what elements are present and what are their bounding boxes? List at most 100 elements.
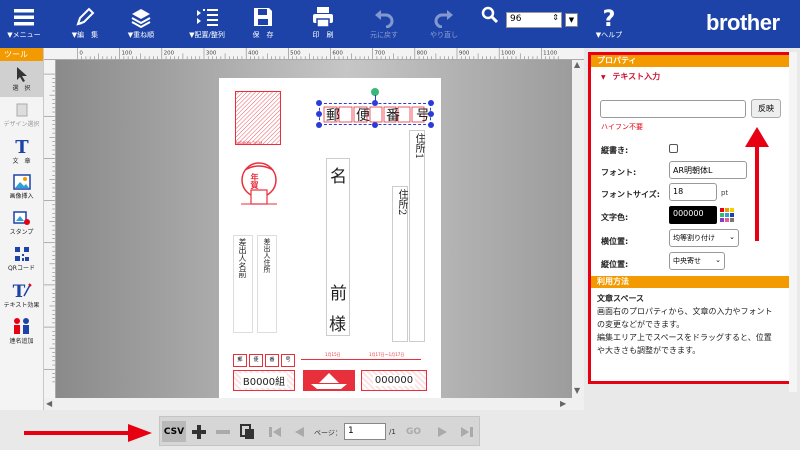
page-number-input[interactable]: 1 xyxy=(344,423,386,440)
tool-joint-name[interactable]: 連名追加 xyxy=(0,313,43,349)
sender-name-box[interactable]: 差出人名前 xyxy=(233,235,253,333)
copy-icon xyxy=(239,423,254,439)
sender-address-box[interactable]: 差出人住所 xyxy=(257,235,277,333)
tool-image-label: 画像挿入 xyxy=(9,193,34,200)
zoom-button[interactable] xyxy=(478,0,502,48)
floppy-disk-icon xyxy=(254,8,272,26)
font-select[interactable]: AR明朝体L xyxy=(669,161,747,179)
ruler-tick-label: 600 xyxy=(332,50,343,56)
brand-logo: brother xyxy=(706,10,780,35)
chevron-down-icon: ⌄ xyxy=(715,256,721,264)
text-input-section-toggle[interactable]: ▼ テキスト入力 xyxy=(601,71,660,82)
triangle-left-icon xyxy=(294,426,304,437)
sender-postal-code[interactable]: 郵 便 番 号 xyxy=(233,354,295,367)
postmark-text: 年賀 xyxy=(250,173,260,189)
recipient-address-1-box[interactable]: 住所1 xyxy=(409,130,425,342)
tool-qrcode[interactable]: QRコード xyxy=(0,241,43,277)
tool-stamp[interactable]: スタンプ xyxy=(0,205,43,241)
color-palette-icon[interactable] xyxy=(719,207,735,223)
vertical-ruler xyxy=(44,60,56,398)
save-button[interactable]: 保 存 xyxy=(244,0,282,48)
tool-text[interactable]: T 文 章 xyxy=(0,133,43,169)
font-size-input[interactable]: 18 xyxy=(669,183,717,201)
spinner-icon[interactable]: ⇕ xyxy=(552,13,559,22)
usage-title: 文章スペース xyxy=(597,294,645,303)
font-size-unit: pt xyxy=(721,189,729,197)
remove-page-button[interactable] xyxy=(212,421,233,442)
edit-button[interactable]: ▼編 集 xyxy=(62,0,108,48)
tool-image[interactable]: 画像挿入 xyxy=(0,169,43,205)
stamp-small-text: NIPPON 2024 xyxy=(236,141,263,146)
redo-label: やり直し xyxy=(430,31,458,39)
horizontal-scrollbar[interactable]: ◀ ▶ xyxy=(44,398,584,410)
arrange-label: ▼配置/整列 xyxy=(189,31,225,39)
tool-panel: ツール 選 択 デザイン選択 T 文 章 画像挿入 スタンプ QRコード T テ… xyxy=(0,48,44,410)
go-button[interactable]: GO xyxy=(403,421,424,442)
first-page-button[interactable] xyxy=(264,421,285,442)
apply-button[interactable]: 反映 xyxy=(751,99,781,118)
scroll-down-arrow-icon[interactable]: ▼ xyxy=(574,386,580,395)
tool-design-select[interactable]: デザイン選択 xyxy=(0,97,43,133)
sender-postal-cell: 番 xyxy=(265,354,279,367)
postal-code-textbox[interactable]: 郵 便 番 号 xyxy=(316,88,434,128)
boat-logo-icon xyxy=(311,373,347,389)
tool-qrcode-label: QRコード xyxy=(8,265,35,272)
lottery-group-box: B0000組 xyxy=(233,370,295,391)
stack-order-button[interactable]: ▼重ね順 xyxy=(118,0,164,48)
text-input-field[interactable] xyxy=(600,100,746,118)
previous-page-button[interactable] xyxy=(288,421,309,442)
ruler-tick-label: 100 xyxy=(122,50,133,56)
zoom-dropdown-button[interactable]: ▼ xyxy=(565,13,578,27)
menu-button[interactable]: ▼メニュー xyxy=(4,0,44,48)
stack-order-label: ▼重ね順 xyxy=(127,31,155,39)
text-color-value: 000000 xyxy=(673,209,704,218)
recipient-address-2-box[interactable]: 住所2 xyxy=(392,186,408,342)
hyphen-note: ハイフン不要 xyxy=(601,123,643,131)
scroll-up-arrow-icon[interactable]: ▲ xyxy=(574,60,580,69)
vertical-scrollbar[interactable]: ▲ ▼ xyxy=(572,60,584,398)
recipient-address-1: 住所1 xyxy=(413,133,424,160)
scroll-left-arrow-icon[interactable]: ◀ xyxy=(46,399,52,408)
scroll-right-arrow-icon[interactable]: ▶ xyxy=(560,399,566,408)
arrange-button[interactable]: ▼配置/整列 xyxy=(178,0,236,48)
help-button[interactable]: ? ▼ヘルプ xyxy=(590,0,628,48)
last-page-button[interactable] xyxy=(456,421,477,442)
stamp-area-box xyxy=(235,91,281,145)
skip-last-icon xyxy=(460,426,473,437)
edit-label: ▼編 集 xyxy=(71,31,99,39)
vertical-writing-checkbox[interactable] xyxy=(669,144,678,153)
text-color-label: 文字色: xyxy=(601,213,629,222)
ruler-tick-label: 1100 xyxy=(543,50,557,56)
sender-postal-cell: 号 xyxy=(281,354,295,367)
copy-page-button[interactable] xyxy=(236,421,257,442)
redo-button[interactable]: やり直し xyxy=(424,0,464,48)
hamburger-icon xyxy=(14,9,34,26)
editing-stage[interactable]: NIPPON 2024 年賀 郵 便 番 号 住所1 住所2 名 前 様 差出人… xyxy=(56,60,584,398)
postal-code-text: 郵 便 番 号 xyxy=(326,108,431,124)
print-button[interactable]: 印 刷 xyxy=(304,0,342,48)
font-size-label: フォントサイズ: xyxy=(601,190,660,199)
tool-text-effect[interactable]: T テキスト効果 xyxy=(0,277,43,313)
add-page-button[interactable] xyxy=(188,421,209,442)
recipient-address-2: 住所2 xyxy=(396,189,407,216)
zoom-input[interactable]: 96 ⇕ xyxy=(506,12,562,28)
next-page-button[interactable] xyxy=(432,421,453,442)
right-panel-scrollbar[interactable] xyxy=(789,52,797,392)
ruler-tick-label: 800 xyxy=(417,50,428,56)
postcard-canvas[interactable]: NIPPON 2024 年賀 郵 便 番 号 住所1 住所2 名 前 様 差出人… xyxy=(219,78,441,398)
page-number-value: 1 xyxy=(348,426,354,436)
undo-label: 元に戻す xyxy=(370,31,398,39)
horizontal-align-select[interactable]: 均等割り付け ⌄ xyxy=(669,229,739,247)
text-icon: T xyxy=(15,137,29,155)
text-color-swatch[interactable]: 000000 xyxy=(669,206,717,224)
tool-select[interactable]: 選 択 xyxy=(0,61,43,97)
undo-button[interactable]: 元に戻す xyxy=(364,0,404,48)
lottery-logo xyxy=(303,370,355,391)
honorific-box[interactable]: 様 xyxy=(326,306,350,336)
question-mark-icon: ? xyxy=(603,7,616,28)
csv-button[interactable]: CSV xyxy=(162,421,186,442)
go-label: GO xyxy=(405,426,422,437)
tool-panel-header: ツール xyxy=(0,48,43,61)
print-label: 印 刷 xyxy=(312,31,334,39)
vertical-align-select[interactable]: 中央寄せ ⌄ xyxy=(669,252,725,270)
